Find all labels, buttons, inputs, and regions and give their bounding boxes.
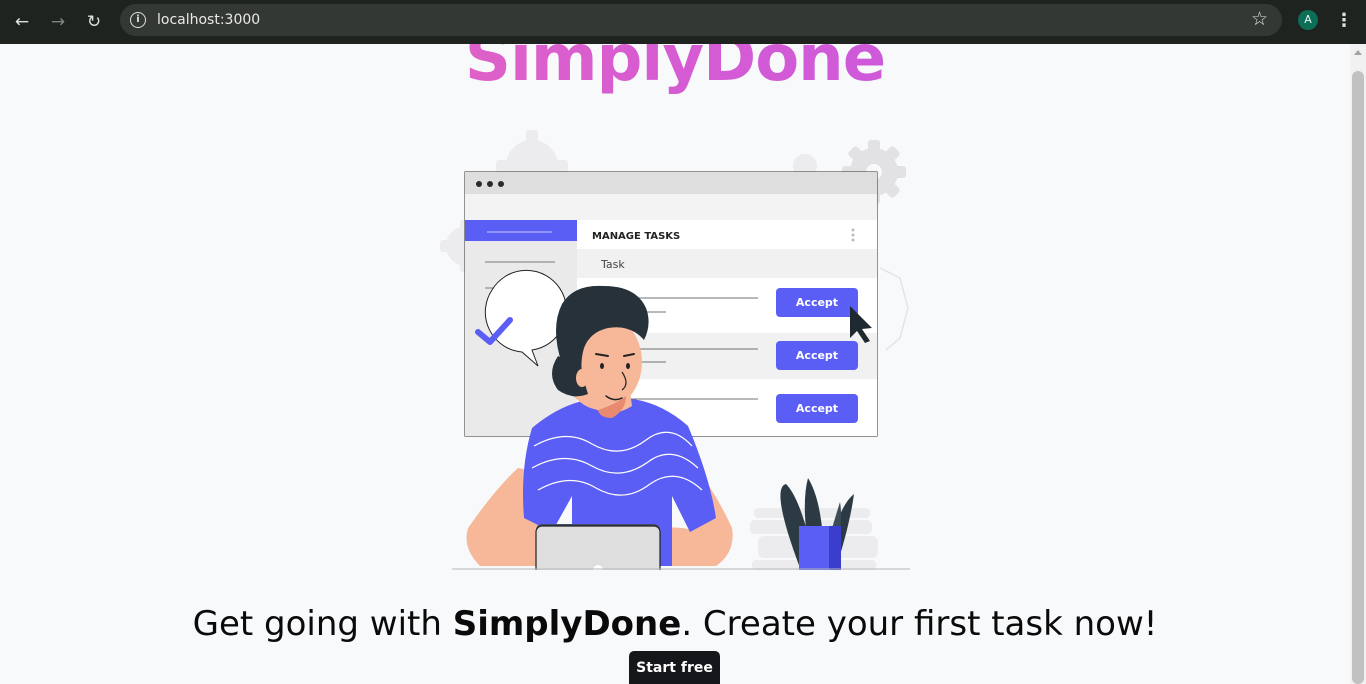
reload-icon[interactable]: ↻ (80, 8, 108, 36)
profile-avatar[interactable]: A (1298, 10, 1318, 30)
forward-icon[interactable]: → (44, 8, 72, 36)
hero-headline: Get going with SimplyDone. Create your f… (0, 604, 1350, 644)
task-column-label: Task (600, 258, 625, 271)
hero-illustration: MANAGE TASKS Task Accept Accept Accept (440, 130, 910, 570)
manage-tasks-heading: MANAGE TASKS (592, 231, 680, 242)
bookmark-star-icon[interactable]: ☆ (1251, 8, 1268, 30)
page-content: SimplyDone MANAGE TASKS Task Accept Acce… (0, 44, 1350, 684)
scroll-up-arrow-icon[interactable] (1354, 50, 1362, 55)
accept-button: Accept (776, 394, 858, 423)
browser-menu-icon[interactable]: ⋮ (1334, 8, 1354, 36)
address-url[interactable]: localhost:3000 (157, 12, 260, 28)
svg-text:Accept: Accept (796, 296, 838, 309)
back-icon[interactable]: ← (8, 8, 36, 36)
svg-text:Accept: Accept (796, 349, 838, 362)
address-bar[interactable]: i localhost:3000 ☆ (120, 4, 1282, 36)
svg-text:Accept: Accept (796, 402, 838, 415)
browser-toolbar: ← → ↻ i localhost:3000 ☆ A ⋮ (0, 0, 1366, 44)
headline-brand: SimplyDone (452, 604, 682, 644)
scrollbar-thumb[interactable] (1352, 71, 1364, 684)
laptop-icon (535, 524, 661, 570)
headline-suffix: . Create your first task now! (681, 604, 1158, 644)
start-free-button[interactable]: Start free (629, 651, 720, 684)
site-info-icon[interactable]: i (130, 12, 146, 28)
accept-button: Accept (776, 288, 858, 317)
brand-logo-title: SimplyDone (0, 44, 1350, 96)
headline-prefix: Get going with (192, 604, 453, 644)
accept-button: Accept (776, 341, 858, 370)
page-scrollbar[interactable] (1350, 44, 1366, 684)
